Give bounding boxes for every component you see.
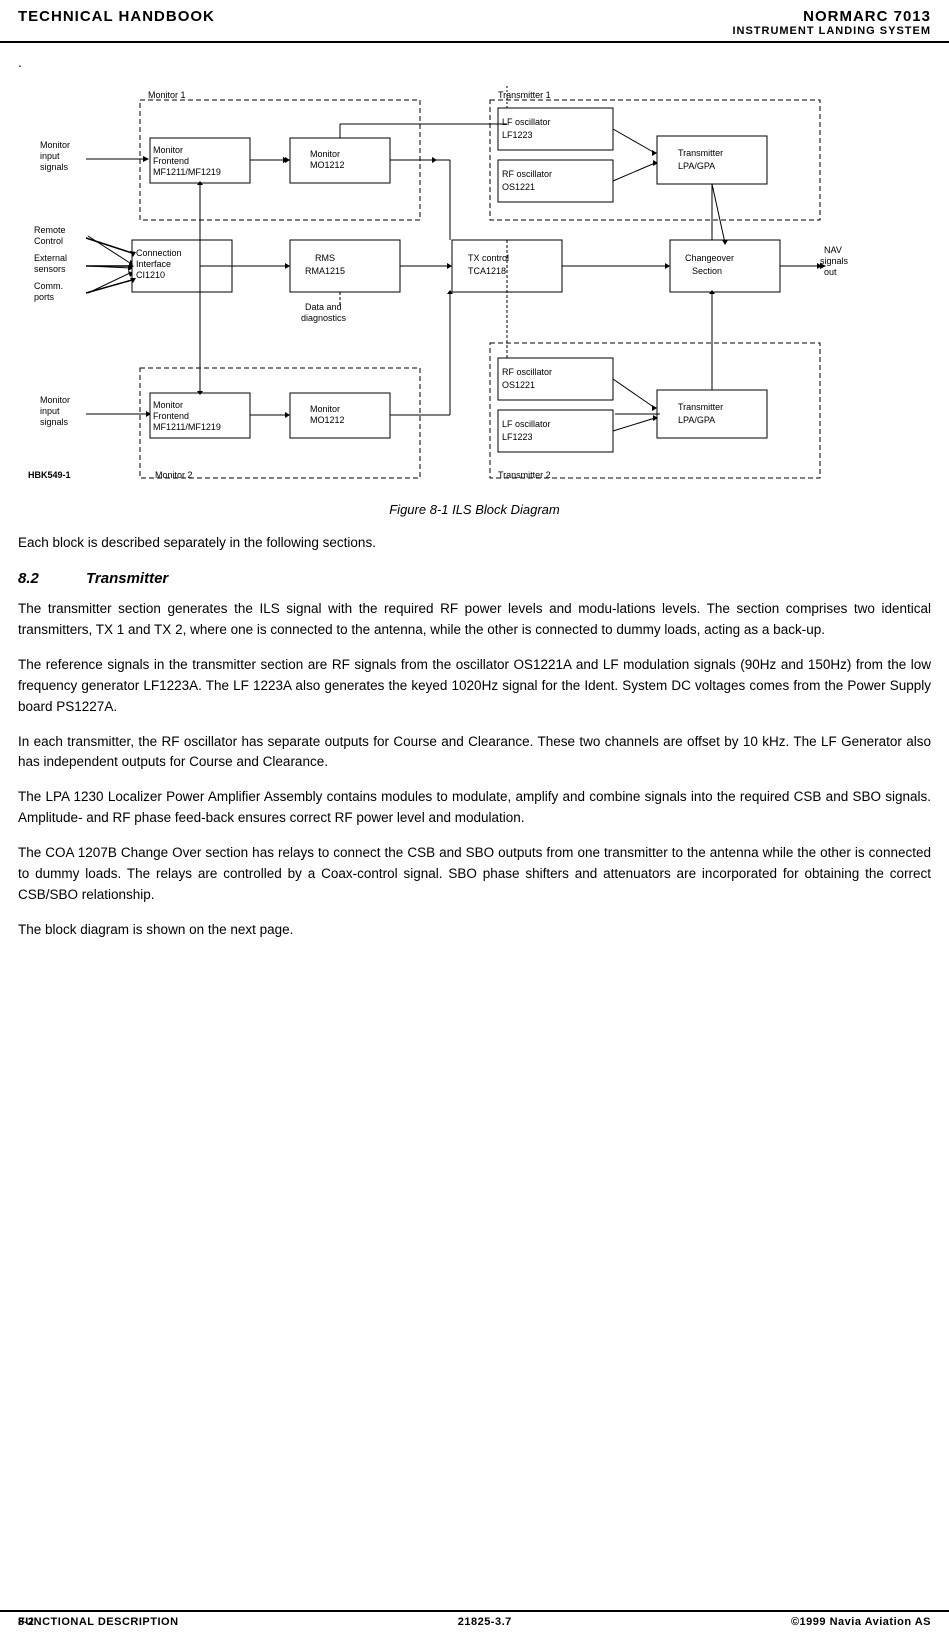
block-diagram: Monitor 1 Transmitter 1 Remote Control E… (20, 78, 930, 498)
paragraph-5: The COA 1207B Change Over section has re… (18, 843, 931, 906)
svg-text:diagnostics: diagnostics (301, 313, 347, 323)
svg-text:LPA/GPA: LPA/GPA (678, 161, 715, 171)
header-normarc: NORMARC 7013 (732, 8, 931, 25)
paragraph-1: The transmitter section generates the IL… (18, 599, 931, 641)
page-footer: FUNCTIONAL DESCRIPTION 21825-3.7 ©1999 N… (0, 1610, 949, 1632)
header-title-left: TECHNICAL HANDBOOK (18, 8, 215, 25)
page-content: . Monitor 1 Transmitter 1 Remote Control… (0, 43, 949, 1015)
page-wrapper: TECHNICAL HANDBOOK NORMARC 7013 INSTRUME… (0, 0, 949, 1632)
svg-text:Comm.: Comm. (34, 281, 63, 291)
section-heading: 8.2 Transmitter (18, 570, 931, 587)
svg-text:Monitor: Monitor (40, 140, 70, 150)
svg-text:OS1221: OS1221 (502, 182, 535, 192)
footer-right: ©1999 Navia Aviation AS (791, 1616, 931, 1628)
svg-text:Transmitter 2: Transmitter 2 (498, 470, 551, 480)
svg-text:input: input (40, 151, 60, 161)
svg-text:RF oscillator: RF oscillator (502, 367, 552, 377)
svg-text:Changeover: Changeover (685, 253, 734, 263)
paragraph-4: The LPA 1230 Localizer Power Amplifier A… (18, 787, 931, 829)
svg-text:Connection: Connection (136, 248, 182, 258)
svg-text:Monitor: Monitor (153, 400, 183, 410)
footer-center: 21825-3.7 (458, 1616, 512, 1628)
svg-text:RMA1215: RMA1215 (305, 266, 345, 276)
footer-left: FUNCTIONAL DESCRIPTION (18, 1616, 179, 1628)
paragraph-intro: Each block is described separately in th… (18, 533, 931, 554)
svg-text:RF oscillator: RF oscillator (502, 169, 552, 179)
header-subtitle: INSTRUMENT LANDING SYSTEM (732, 25, 931, 37)
header-right: NORMARC 7013 INSTRUMENT LANDING SYSTEM (732, 8, 931, 37)
svg-text:Frontend: Frontend (153, 156, 189, 166)
svg-text:LF oscillator: LF oscillator (502, 419, 551, 429)
svg-text:Interface: Interface (136, 259, 171, 269)
svg-text:signals: signals (40, 162, 69, 172)
svg-text:Data and: Data and (305, 302, 342, 312)
svg-text:signals: signals (40, 417, 69, 427)
svg-text:Monitor: Monitor (310, 404, 340, 414)
svg-text:Monitor: Monitor (153, 145, 183, 155)
svg-text:MF1211/MF1219: MF1211/MF1219 (153, 167, 221, 177)
svg-text:Transmitter 1: Transmitter 1 (498, 90, 551, 100)
svg-text:Monitor: Monitor (310, 149, 340, 159)
page-number: 8-2 (18, 1616, 34, 1628)
dot-separator: . (18, 55, 931, 70)
svg-text:Monitor: Monitor (40, 395, 70, 405)
svg-text:TCA1218: TCA1218 (468, 266, 506, 276)
svg-text:LPA/GPA: LPA/GPA (678, 415, 715, 425)
svg-text:LF1223: LF1223 (502, 432, 533, 442)
section-title: Transmitter (86, 570, 168, 587)
svg-text:signals: signals (820, 256, 849, 266)
paragraph-6: The block diagram is shown on the next p… (18, 920, 931, 941)
svg-text:NAV: NAV (824, 245, 842, 255)
figure-caption: Figure 8-1 ILS Block Diagram (18, 502, 931, 517)
svg-text:MO1212: MO1212 (310, 160, 345, 170)
svg-text:Frontend: Frontend (153, 411, 189, 421)
svg-text:External: External (34, 253, 67, 263)
svg-text:HBK549-1: HBK549-1 (28, 470, 71, 480)
svg-text:Monitor 2: Monitor 2 (155, 470, 193, 480)
svg-text:MO1212: MO1212 (310, 415, 345, 425)
paragraph-3: In each transmitter, the RF oscillator h… (18, 732, 931, 774)
paragraph-2: The reference signals in the transmitter… (18, 655, 931, 718)
svg-text:Control: Control (34, 236, 63, 246)
svg-text:sensors: sensors (34, 264, 66, 274)
page-header: TECHNICAL HANDBOOK NORMARC 7013 INSTRUME… (0, 0, 949, 43)
svg-text:input: input (40, 406, 60, 416)
svg-text:CI1210: CI1210 (136, 270, 165, 280)
svg-text:OS1221: OS1221 (502, 380, 535, 390)
svg-text:Section: Section (692, 266, 722, 276)
svg-text:TX control: TX control (468, 253, 509, 263)
svg-text:Transmitter: Transmitter (678, 148, 723, 158)
svg-text:Transmitter: Transmitter (678, 402, 723, 412)
svg-text:LF oscillator: LF oscillator (502, 117, 551, 127)
svg-text:out: out (824, 267, 837, 277)
svg-text:Remote: Remote (34, 225, 66, 235)
svg-text:ports: ports (34, 292, 55, 302)
svg-text:Monitor 1: Monitor 1 (148, 90, 186, 100)
svg-text:MF1211/MF1219: MF1211/MF1219 (153, 422, 221, 432)
svg-text:LF1223: LF1223 (502, 130, 533, 140)
svg-text:RMS: RMS (315, 253, 335, 263)
section-number: 8.2 (18, 570, 58, 587)
